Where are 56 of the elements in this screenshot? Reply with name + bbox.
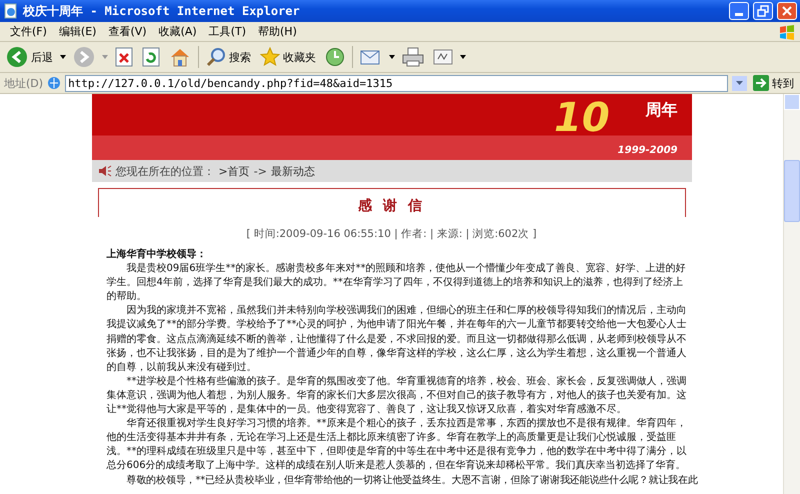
article-title: 感 谢 信	[358, 197, 425, 216]
menu-item[interactable]: 帮助(H)	[252, 24, 303, 39]
article-meta: [ 时间:2009-09-16 06:55:10 | 作者: | 来源: | 浏览:602次 ]	[245, 227, 538, 241]
refresh-icon	[142, 47, 160, 67]
flag-logo-icon	[778, 24, 796, 40]
document-icon	[433, 48, 453, 66]
banner-number: 10	[554, 94, 611, 142]
paragraph: 尊敬的校领导，**已经从贵校毕业，但华育带给他的一切将让他受益终生。大恩不言谢，但除了谢谢我还能说些什么呢？就让我在此	[126, 474, 698, 488]
breadcrumb-link[interactable]: >首页	[218, 164, 250, 178]
banner-years: 1999-2009	[618, 145, 678, 156]
minimize-button[interactable]	[729, 2, 749, 20]
menu-item[interactable]: 文件(F)	[4, 24, 53, 39]
favorites-button[interactable]: 收藏夹	[258, 45, 318, 69]
stop-button[interactable]	[113, 45, 135, 69]
history-button[interactable]	[323, 45, 347, 69]
house-icon	[169, 47, 191, 67]
caret-icon[interactable]	[60, 55, 66, 59]
right-arrow-icon	[753, 75, 769, 91]
caret-icon[interactable]	[460, 55, 466, 59]
menu-item[interactable]: 收藏(A)	[152, 24, 203, 39]
breadcrumb-separator: ->	[254, 164, 267, 178]
envelope-icon	[360, 48, 382, 66]
back-button[interactable]: 后退	[4, 44, 55, 70]
breadcrumb-label: 您现在所在的位置：	[116, 164, 214, 178]
print-button[interactable]	[400, 45, 426, 69]
paragraph: 我是贵校09届6班学生**的家长。感谢贵校多年来对**的照顾和培养，使他从一个懵懂少年变成了善良、宽容、好学、上进的好学生。回想4年前，选择了华育是我们最大的成功。**在华育学习了四年，不仅得到道德上的培养和知识上的滋养，也得到了经济上的帮助。	[106, 262, 687, 304]
close-icon	[781, 5, 793, 17]
search-icon	[206, 47, 226, 67]
scrollbar[interactable]	[783, 94, 800, 494]
speaker-icon	[98, 165, 112, 177]
caret-icon[interactable]	[389, 55, 395, 59]
close-button[interactable]	[777, 2, 797, 20]
search-button[interactable]: 搜索	[204, 45, 253, 69]
window-title: 校庆十周年 - Microsoft Internet Explorer	[23, 2, 301, 20]
paragraph: 因为我的家境并不宽裕，虽然我们并未特别向学校强调我们的困难，但细心的班主任和仁厚的校领导得知我们的情况后，主动向我提议减免了**的部分学费。学校给予了**心灵的呵护，为他申请了阳光午餐，并在每年的六一儿童节都要转交给他一大包爱心人士捐赠的零食。这点点滴滴延续不断的善举，让他懂得了什么是爱，不求回报的爱。而且这一切都做得那么低调，从老师到校领导从不张扬，也不让我张扬，目的是为了维护一个普通少年的自尊，像华育这样的学校，这么仁厚，这么为学生着想，这么重视一个普通人的自尊，以前我从来没有碰到过。	[106, 304, 688, 375]
stop-icon	[115, 47, 133, 67]
address-label: 地址(D)	[4, 76, 44, 90]
address-field[interactable]: http://127.0.0.1/old/bencandy.php?fid=48&aid=1315	[65, 74, 728, 92]
clock-icon	[325, 47, 345, 67]
paragraph: **进学校是个性格有些偏激的孩子。是华育的氛围改变了他。华育重视德育的培养，校会、班会、家长会，反复强调做人，强调集体意识，强调为他人着想，为别人服务。华育的家长们大多层次很高，不但对自己的孩子教导有方，对他人的孩子也关爱有加。这让**觉得他与大家是平等的，是集体中的一员。他变得宽容了、善良了，这让我又惊讶又欣喜，着实对华育感激不尽。	[106, 374, 688, 418]
menu-item[interactable]: 工具(T)	[202, 24, 252, 39]
salutation: 上海华育中学校领导：	[106, 248, 208, 262]
refresh-button[interactable]	[140, 45, 162, 69]
paragraph: 华育还很重视对学生良好学习习惯的培养。**原来是个粗心的孩子，丢东拉西是常事，东西的摆放也不是很有规律。华育四年，他的生活变得基本井井有条，无论在学习上还是生活上都比原来缜密了许多。华育在教学上的高质量更是让我们心悦诚服，受益匪浅。**的理科成绩在班级里只是中等，甚至中下，但即使是华育的中等生在中考中还是很有竞争力，他的数学在中考中得了满分，以总分606分的成绩考取了上海中学。这样的成绩在别人听来是惹人羡慕的，但在华育说来却稀松平常。我们真庆幸当初选择了华育。	[106, 417, 688, 474]
restore-icon	[757, 5, 769, 17]
go-button[interactable]: 转到	[751, 75, 796, 91]
menu-item[interactable]: 编辑(E)	[52, 24, 102, 39]
caret-icon	[736, 81, 743, 85]
restore-button[interactable]	[753, 2, 773, 20]
star-icon	[260, 47, 280, 67]
breadcrumb-link[interactable]: 最新动态	[270, 164, 315, 178]
dropdown-button[interactable]	[732, 76, 747, 90]
minimize-icon	[735, 13, 743, 16]
printer-icon	[402, 47, 424, 67]
menu-item[interactable]: 查看(V)	[102, 24, 153, 39]
banner-caption: 周年	[646, 100, 678, 121]
